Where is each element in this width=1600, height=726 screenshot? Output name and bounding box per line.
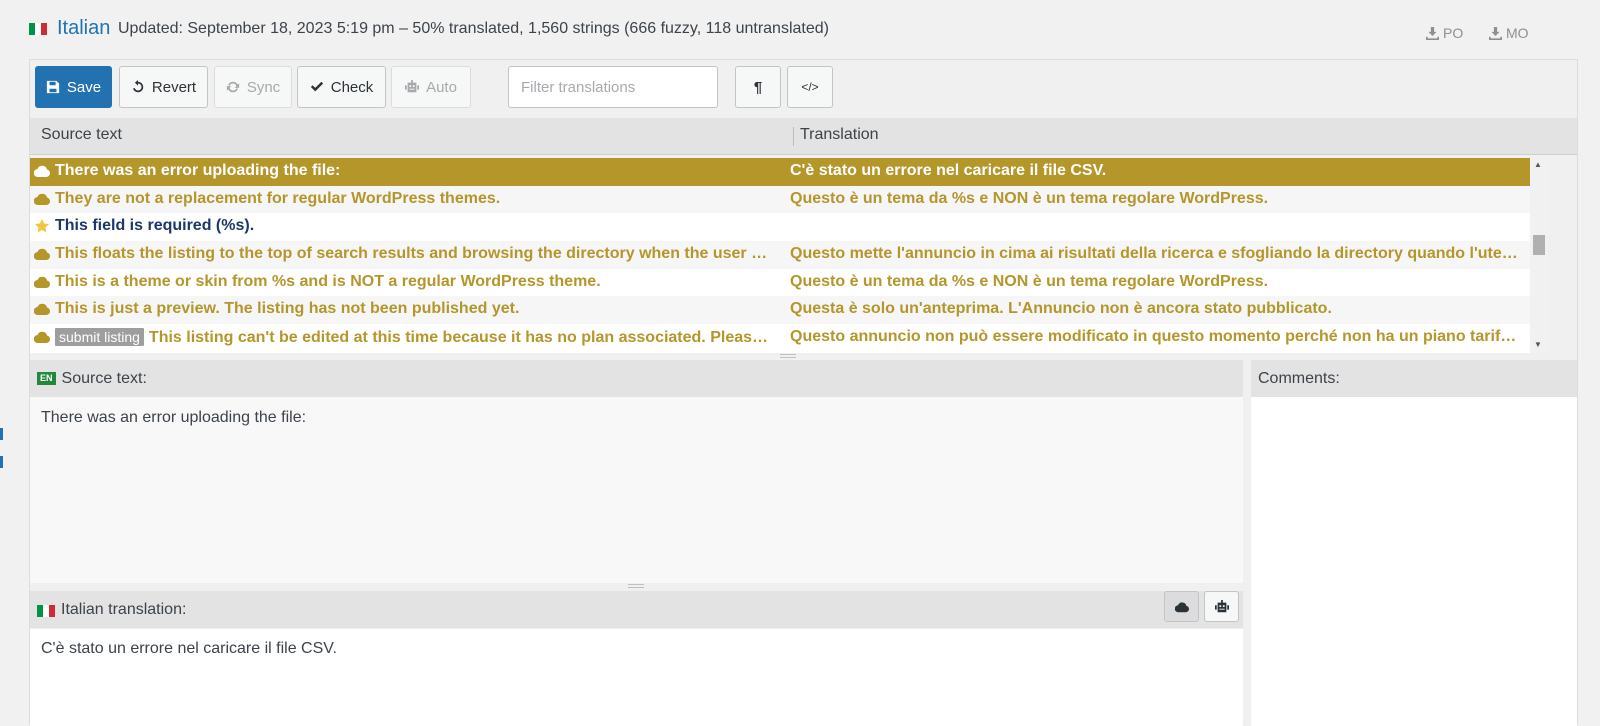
list-item[interactable]: This is a theme or skin from %s and is N… [30,269,1530,297]
context-tag: submit listing [55,328,144,347]
scrollbar-thumb[interactable] [1533,235,1545,255]
robot-icon [1214,599,1229,612]
sidebar-marker [0,428,3,440]
cloud-icon [34,248,50,261]
download-po-link[interactable]: PO [1426,25,1463,41]
code-icon: </> [801,80,819,94]
save-button[interactable]: Save [35,66,112,108]
editor-toolbar: Save Revert Sync Check Auto ¶ </> [30,60,1577,118]
download-icon [1489,26,1502,40]
auto-translate-string-button[interactable] [1204,591,1239,622]
cloud-icon [1174,601,1189,612]
strings-list-header: Source text Translation [30,118,1577,155]
column-divider[interactable] [793,127,794,146]
list-item[interactable]: They are not a replacement for regular W… [30,185,1530,214]
translation-editor: Save Revert Sync Check Auto ¶ </> Source… [29,59,1578,726]
cloud-icon [34,193,50,205]
pilcrow-icon: ¶ [753,78,763,96]
scroll-up-icon[interactable]: ▲ [1534,160,1542,169]
check-icon [310,81,323,92]
toggle-invisibles-button[interactable]: ¶ [735,66,781,108]
list-scrollbar[interactable]: ▲ ▼ [1530,158,1548,354]
download-mo-link[interactable]: MO [1489,25,1529,41]
filter-translations-input[interactable] [508,66,718,108]
list-item[interactable]: This floats the listing to the top of se… [30,241,1530,269]
download-icon [1426,26,1439,40]
cloud-icon [34,276,50,288]
fuzzy-toggle-button[interactable] [1164,591,1199,622]
source-text-column-header[interactable]: Source text [41,126,122,144]
language-title[interactable]: Italian [57,17,110,40]
comments-view[interactable] [1251,397,1577,726]
italy-flag-icon [29,22,47,35]
translation-column-header[interactable]: Translation [800,126,879,144]
sync-icon [226,81,239,93]
source-resize-handle[interactable] [30,583,1243,591]
scroll-down-icon[interactable]: ▼ [1534,340,1542,349]
translation-textarea[interactable]: C'è stato un errore nel caricare il file… [30,629,1243,726]
list-item[interactable]: submit listing This listing can't be edit… [30,324,1530,352]
cloud-icon [34,165,50,178]
comments-pane-header: Comments: [1251,360,1577,397]
list-resize-handle[interactable] [30,353,1577,359]
grip-icon [780,354,796,358]
sidebar-marker [0,456,3,468]
pane-vertical-resize-handle[interactable] [1244,360,1251,726]
list-item[interactable]: There was an error uploading the file: C… [30,158,1530,186]
source-pane-title: Source text: [61,369,147,387]
toggle-code-view-button[interactable]: </> [787,66,833,108]
english-flag-icon: EN [37,372,56,385]
save-icon [46,80,60,94]
comments-pane-title: Comments: [1258,369,1340,387]
update-status: Updated: September 18, 2023 5:19 pm – 50… [118,20,829,37]
source-pane-header: EN Source text: [30,360,1243,397]
translation-pane-header: Italian translation: [30,591,1243,628]
list-item[interactable]: This is just a preview. The listing has … [30,296,1530,325]
source-text-view: There was an error uploading the file: [30,397,1243,583]
sync-button[interactable]: Sync [214,66,292,108]
admin-sidebar-edge [0,0,4,725]
robot-icon [405,80,420,93]
auto-translate-button[interactable]: Auto [391,66,471,108]
list-item[interactable]: This field is required (%s). [30,213,1530,241]
page-header: Italian Updated: September 18, 2023 5:19… [29,14,1574,46]
revert-icon [132,80,144,93]
strings-list: There was an error uploading the file: C… [30,158,1530,353]
star-icon [35,219,49,233]
cloud-icon [34,331,50,344]
translation-pane-title: Italian translation: [61,600,187,618]
revert-button[interactable]: Revert [119,66,208,108]
check-button[interactable]: Check [297,66,386,108]
grip-icon [628,584,644,588]
italy-flag-icon [37,604,55,617]
cloud-icon [34,304,50,316]
